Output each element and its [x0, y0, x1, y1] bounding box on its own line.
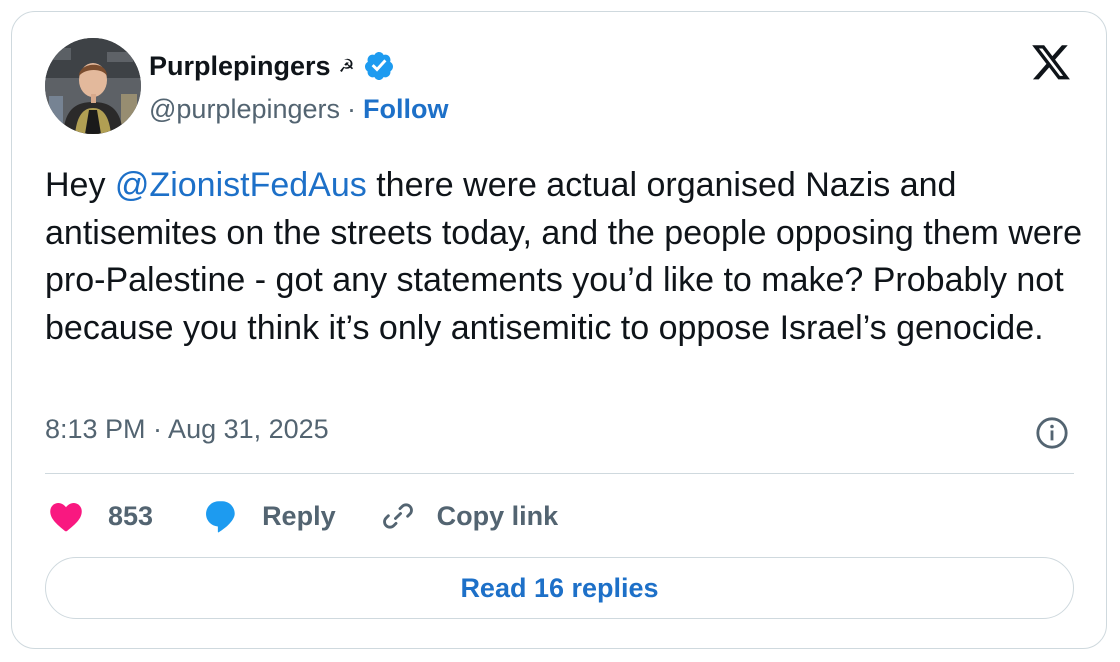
speech-bubble-icon — [206, 501, 235, 533]
author-display-name[interactable]: Purplepingers — [149, 51, 331, 82]
link-icon — [382, 503, 413, 529]
heart-icon — [50, 502, 82, 532]
tweet-card: Purplepingers ☭ @purplepingers · Follow … — [11, 11, 1107, 649]
hammer-sickle-emoji: ☭ — [338, 56, 355, 76]
x-logo-icon[interactable] — [1030, 44, 1072, 84]
like-count: 853 — [108, 500, 154, 531]
divider — [45, 473, 1074, 474]
tweet-text: Hey @ZionistFedAus there were actual org… — [45, 162, 1085, 352]
action-bar: 853 Reply Copy link — [48, 494, 558, 538]
read-replies-button[interactable]: Read 16 replies — [45, 557, 1074, 619]
author-handle-row: @purplepingers · Follow — [149, 90, 449, 128]
separator-dot: · — [347, 93, 357, 124]
author-name-row: Purplepingers ☭ — [149, 46, 395, 86]
tweet-timestamp[interactable]: 8:13 PM · Aug 31, 2025 — [45, 414, 329, 445]
verified-badge-icon — [364, 52, 393, 80]
author-handle[interactable]: @purplepingers — [149, 94, 340, 125]
avatar[interactable] — [45, 38, 141, 134]
avatar-photo — [45, 38, 141, 134]
copy-link-label: Copy link — [436, 500, 559, 531]
reply-label: Reply — [262, 500, 336, 531]
follow-button[interactable]: Follow — [363, 94, 448, 125]
info-icon[interactable] — [1035, 416, 1069, 450]
like-button[interactable]: 853 — [48, 499, 153, 533]
mention-link[interactable]: @ZionistFedAus — [115, 166, 367, 204]
copy-link-button[interactable]: Copy link — [381, 499, 559, 533]
tweet-text-prefix: Hey — [45, 166, 115, 204]
reply-button[interactable]: Reply — [204, 499, 336, 533]
